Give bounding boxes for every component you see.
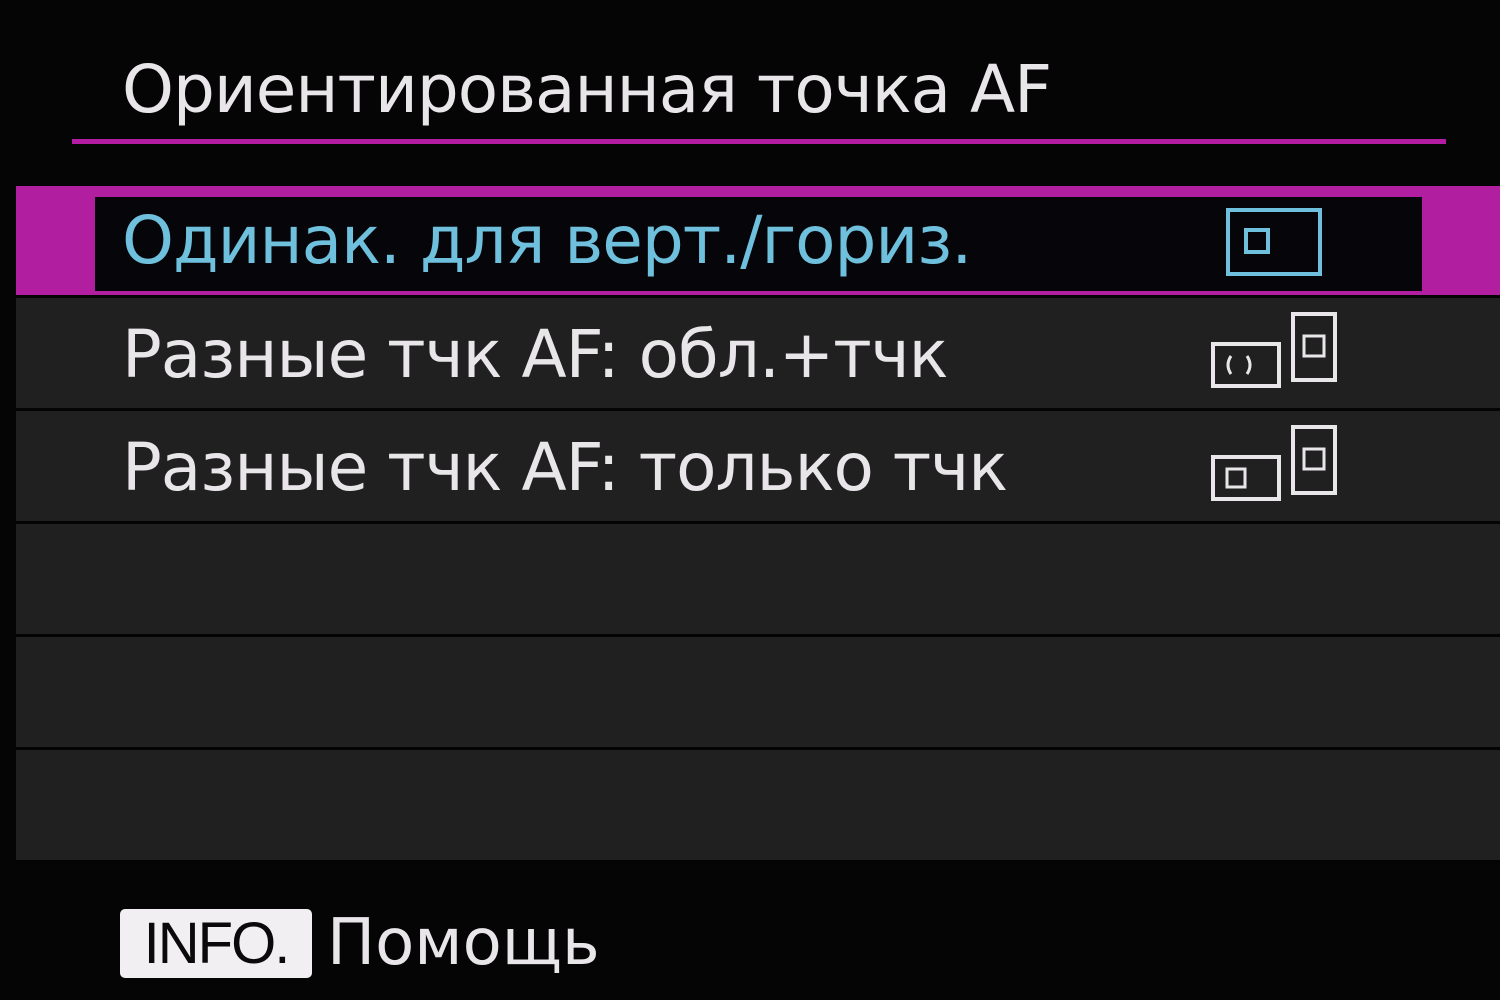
menu-empty-row (16, 637, 1500, 750)
menu-item-label: Разные тчк AF: только тчк (122, 429, 1008, 506)
menu-item-separate-point-only[interactable]: Разные тчк AF: только тчк (16, 411, 1500, 524)
menu-empty-row (16, 524, 1500, 637)
menu-item-label: Разные тчк AF: обл.+тчк (122, 316, 949, 393)
title-divider (72, 139, 1446, 144)
menu-item-separate-area-and-point[interactable]: Разные тчк AF: обл.+тчк (16, 298, 1500, 411)
help-label: Помощь (327, 906, 600, 980)
menu-item-label: Одинак. для верт./гориз. (122, 202, 972, 279)
menu-empty-row (16, 750, 1500, 863)
same-af-point-icon (1226, 208, 1322, 276)
menu-item-same-for-vertical-horizontal[interactable]: Одинак. для верт./гориз. (16, 186, 1500, 298)
info-button[interactable]: INFO. (120, 909, 312, 978)
separate-area-and-point-icon (1211, 312, 1337, 388)
page-title: Ориентированная точка AF (122, 51, 1052, 128)
separate-point-only-icon (1211, 425, 1337, 501)
af-orientation-screen: Ориентированная точка AF Одинак. для вер… (0, 0, 1500, 1000)
menu-list: Одинак. для верт./гориз. Разные тчк AF: … (16, 186, 1500, 863)
